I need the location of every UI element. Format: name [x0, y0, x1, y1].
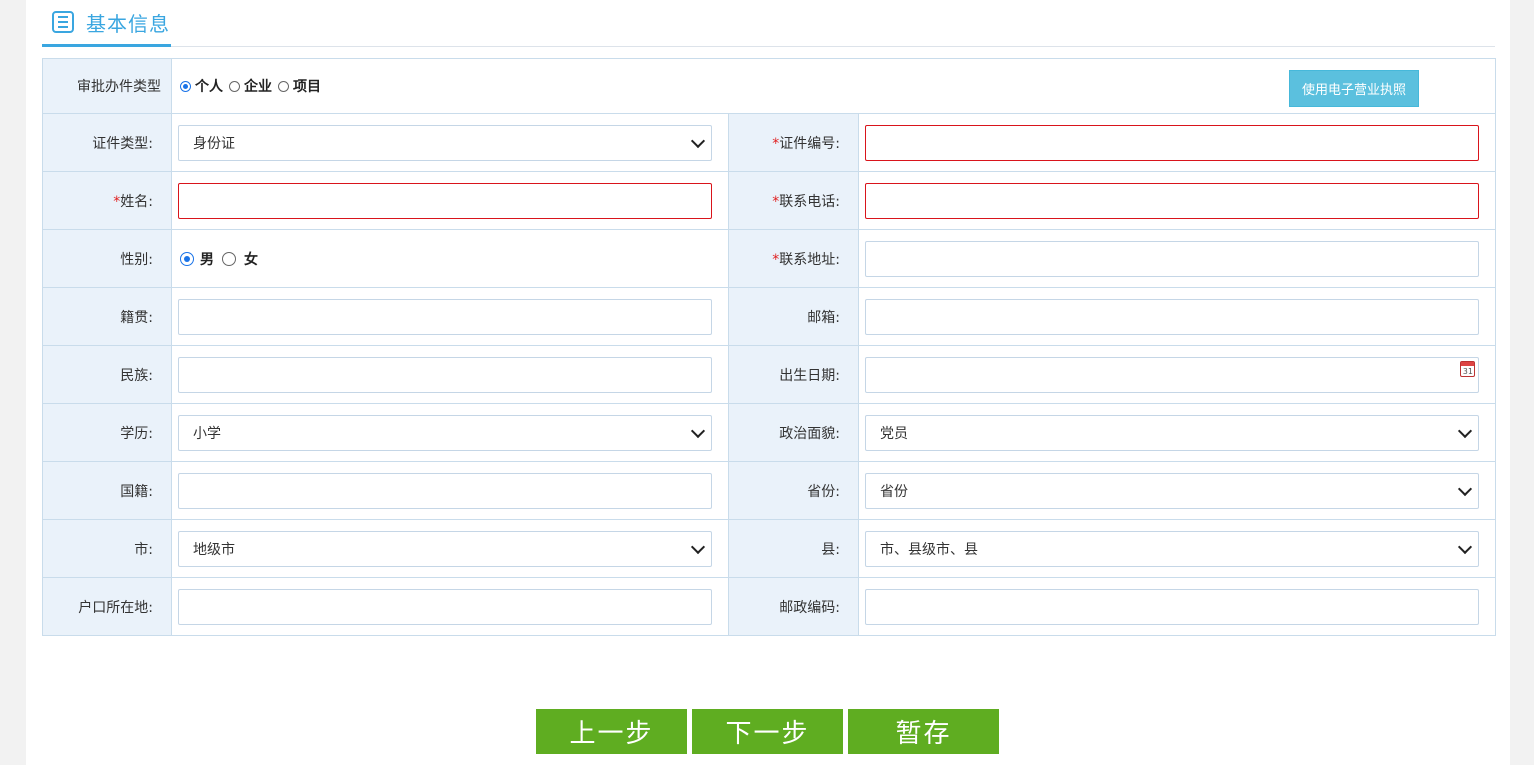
form-row: 性别: 男 女 *联系地址: — [42, 229, 1497, 288]
form-row: 学历: 小学 政治面貌: 党员 — [42, 403, 1497, 462]
form-row: 市: 地级市 县: 市、县级市、县 — [42, 519, 1497, 578]
radio-enterprise[interactable] — [229, 80, 240, 92]
postcode-input[interactable] — [865, 588, 1480, 625]
birth-date-label: 出生日期: — [728, 345, 859, 404]
radio-female[interactable] — [222, 251, 236, 266]
radio-personal[interactable] — [180, 80, 191, 92]
form-row: 民族: 出生日期: 31 — [42, 345, 1497, 404]
province-value: 省份 — [880, 483, 908, 500]
birth-date-wrap: 31 — [865, 356, 1480, 393]
approval-type-label: 审批办件类型 — [42, 58, 172, 114]
name-label: *姓名: — [42, 171, 172, 230]
chevron-down-icon — [690, 539, 706, 554]
chevron-down-icon — [690, 423, 706, 438]
form-row: 证件类型: 身份证 *证件编号: — [42, 113, 1497, 172]
id-type-label: 证件类型: — [42, 113, 172, 172]
province-select[interactable]: 省份 — [865, 472, 1480, 509]
radio-male-label: 男 — [200, 251, 214, 268]
county-value: 市、县级市、县 — [880, 541, 978, 558]
calendar-icon-day: 31 — [1463, 366, 1473, 376]
ethnicity-input[interactable] — [178, 356, 712, 393]
native-place-input[interactable] — [178, 298, 712, 335]
radio-project[interactable] — [278, 80, 289, 92]
radio-enterprise-label: 企业 — [244, 79, 272, 95]
gender-label: 性别: — [42, 229, 172, 288]
form-row: 国籍: 省份: 省份 — [42, 461, 1497, 520]
id-number-label-text: 证件编号: — [779, 135, 840, 152]
id-number-label: *证件编号: — [728, 113, 859, 172]
approval-type-cell: 个人 企业 项目 使用电子营业执照 — [170, 58, 1497, 114]
radio-personal-label: 个人 — [195, 79, 223, 95]
nationality-label: 国籍: — [42, 461, 172, 520]
basic-info-form: 审批办件类型 个人 企业 项目 使用电子营业执照 证件类型: 身份证 *证件编号… — [42, 58, 1497, 636]
political-status-value: 党员 — [880, 425, 908, 442]
electronic-license-button[interactable]: 使用电子营业执照 — [1289, 70, 1420, 107]
form-row: *姓名: *联系电话: — [42, 171, 1497, 230]
id-number-input[interactable] — [865, 124, 1480, 161]
radio-male[interactable] — [180, 251, 194, 266]
phone-label: *联系电话: — [728, 171, 859, 230]
email-input[interactable] — [865, 298, 1480, 335]
form-row: 户口所在地: 邮政编码: — [42, 577, 1497, 636]
chevron-down-icon — [1457, 539, 1473, 554]
nationality-input[interactable] — [178, 472, 712, 509]
education-value: 小学 — [193, 425, 221, 442]
save-draft-button[interactable]: 暂存 — [848, 709, 999, 754]
approval-type-radios: 个人 企业 项目 — [178, 76, 1479, 96]
political-status-select[interactable]: 党员 — [865, 414, 1480, 451]
city-label: 市: — [42, 519, 172, 578]
section-tab: 基本信息 — [42, 0, 171, 47]
name-input[interactable] — [178, 182, 712, 219]
form-row: 籍贯: 邮箱: — [42, 287, 1497, 346]
county-label: 县: — [728, 519, 859, 578]
household-input[interactable] — [178, 588, 712, 625]
form-panel: 基本信息 审批办件类型 个人 企业 项目 使用电子营业执照 证件类型: 身份证 … — [26, 0, 1510, 765]
city-value: 地级市 — [193, 541, 235, 558]
chevron-down-icon — [1457, 423, 1473, 438]
next-step-button[interactable]: 下一步 — [692, 709, 843, 754]
education-select[interactable]: 小学 — [178, 414, 712, 451]
education-label: 学历: — [42, 403, 172, 462]
section-title: 基本信息 — [86, 11, 170, 36]
city-select[interactable]: 地级市 — [178, 530, 712, 567]
phone-label-text: 联系电话: — [779, 193, 840, 210]
postcode-label: 邮政编码: — [728, 577, 859, 636]
gender-radios: 男 女 — [178, 249, 712, 269]
id-type-select[interactable]: 身份证 — [178, 124, 712, 161]
county-select[interactable]: 市、县级市、县 — [865, 530, 1480, 567]
native-place-label: 籍贯: — [42, 287, 172, 346]
household-label: 户口所在地: — [42, 577, 172, 636]
chevron-down-icon — [690, 133, 706, 148]
form-actions: 上一步 下一步 暂存 — [536, 709, 999, 754]
id-type-value: 身份证 — [193, 135, 235, 152]
chevron-down-icon — [1457, 481, 1473, 496]
phone-input[interactable] — [865, 182, 1480, 219]
calendar-icon[interactable]: 31 — [1460, 360, 1476, 377]
radio-female-label: 女 — [244, 251, 258, 268]
name-label-text: 姓名: — [120, 193, 153, 210]
list-icon — [52, 11, 74, 33]
province-label: 省份: — [728, 461, 859, 520]
address-label: *联系地址: — [728, 229, 859, 288]
radio-project-label: 项目 — [293, 79, 321, 95]
approval-type-row: 审批办件类型 个人 企业 项目 使用电子营业执照 — [42, 58, 1497, 114]
ethnicity-label: 民族: — [42, 345, 172, 404]
prev-step-button[interactable]: 上一步 — [536, 709, 687, 754]
address-label-text: 联系地址: — [779, 251, 840, 268]
address-input[interactable] — [865, 240, 1480, 277]
section-header: 基本信息 — [42, 0, 1495, 47]
birth-date-input[interactable] — [865, 356, 1480, 393]
email-label: 邮箱: — [728, 287, 859, 346]
political-status-label: 政治面貌: — [728, 403, 859, 462]
